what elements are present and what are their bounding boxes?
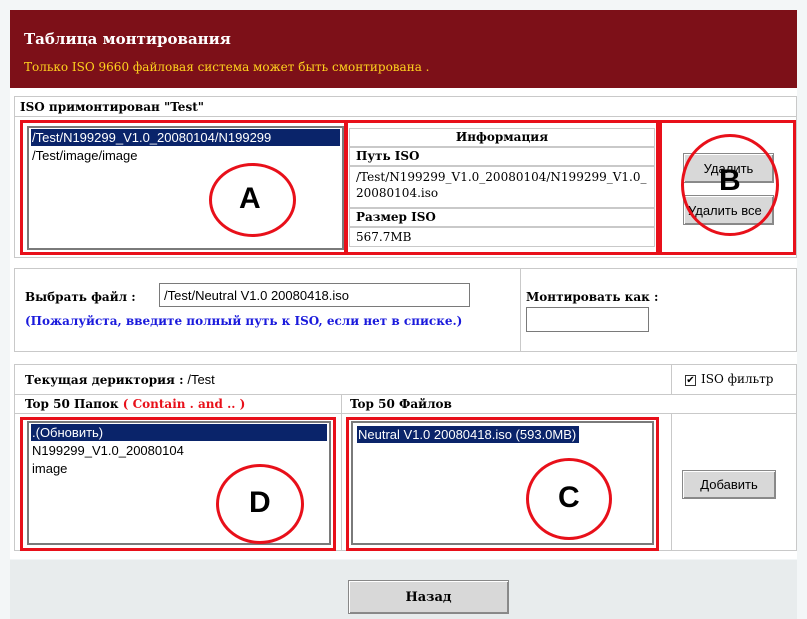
list-item[interactable]: N199299_V1.0_20080104 (31, 442, 327, 459)
iso-size-value: 567.7MB (349, 227, 655, 247)
files-header: Top 50 Файлов (350, 397, 452, 411)
path-hint: (Пожалуйста, введите полный путь к ISO, … (25, 314, 463, 328)
files-list[interactable]: Neutral V1.0 20080418.iso (593.0MB) (351, 421, 654, 545)
divider (341, 394, 342, 550)
page-title: Таблица монтирования (24, 30, 231, 48)
add-button[interactable]: Добавить (682, 470, 776, 499)
folders-header-label: Top 50 Папок (25, 397, 119, 411)
mounted-label: ISO примонтирован "Test" (20, 100, 204, 114)
list-item[interactable]: /Test/image/image (31, 147, 340, 164)
annotation-letter-a: A (239, 182, 261, 215)
page-header: Таблица монтирования Только ISO 9660 фай… (10, 10, 797, 88)
iso-size-label: Размер ISO (349, 208, 655, 227)
list-item[interactable]: image (31, 460, 327, 477)
divider (15, 394, 796, 395)
annotation-letter-d: D (249, 486, 271, 519)
folders-list[interactable]: .(Обновить) N199299_V1.0_20080104 image (27, 421, 331, 545)
mounted-iso-list[interactable]: /Test/N199299_V1.0_20080104/N199299 /Tes… (27, 126, 344, 250)
info-header: Информация (349, 128, 655, 147)
delete-all-button[interactable]: Удалить все (683, 195, 774, 225)
current-dir-label: Текущая дериктория : (25, 373, 184, 387)
page-subtitle: Только ISO 9660 файловая система может б… (24, 60, 430, 74)
back-button[interactable]: Назад (348, 580, 509, 614)
annotation-letter-c: C (558, 481, 580, 514)
current-dir-value: /Test (187, 372, 215, 387)
file-path-input[interactable] (159, 283, 470, 307)
divider (671, 413, 672, 550)
iso-filter-label: ISO фильтр (701, 372, 774, 386)
divider (15, 413, 796, 414)
folders-header: Top 50 Папок ( Contain . and .. ) (25, 397, 245, 411)
divider (15, 116, 796, 117)
iso-path-value: /Test/N199299_V1.0_20080104/N199299_V1.0… (349, 166, 655, 208)
annotation-letter-b: B (719, 164, 741, 197)
list-item[interactable]: .(Обновить) (31, 424, 327, 441)
list-item[interactable]: Neutral V1.0 20080418.iso (593.0MB) (357, 426, 580, 443)
mount-as-label: Монтировать как : (526, 290, 659, 304)
mount-as-input[interactable] (526, 307, 649, 332)
select-file-panel (14, 268, 797, 352)
select-file-label: Выбрать файл : (25, 290, 136, 304)
folders-header-note: ( Contain . and .. ) (122, 397, 246, 411)
list-item[interactable]: /Test/N199299_V1.0_20080104/N199299 (31, 129, 340, 146)
iso-filter-checkbox[interactable]: ✔ (685, 375, 696, 386)
iso-path-label: Путь ISO (349, 147, 655, 166)
current-directory: Текущая дериктория : /Test (25, 372, 215, 387)
divider (520, 269, 521, 351)
divider (671, 365, 672, 394)
